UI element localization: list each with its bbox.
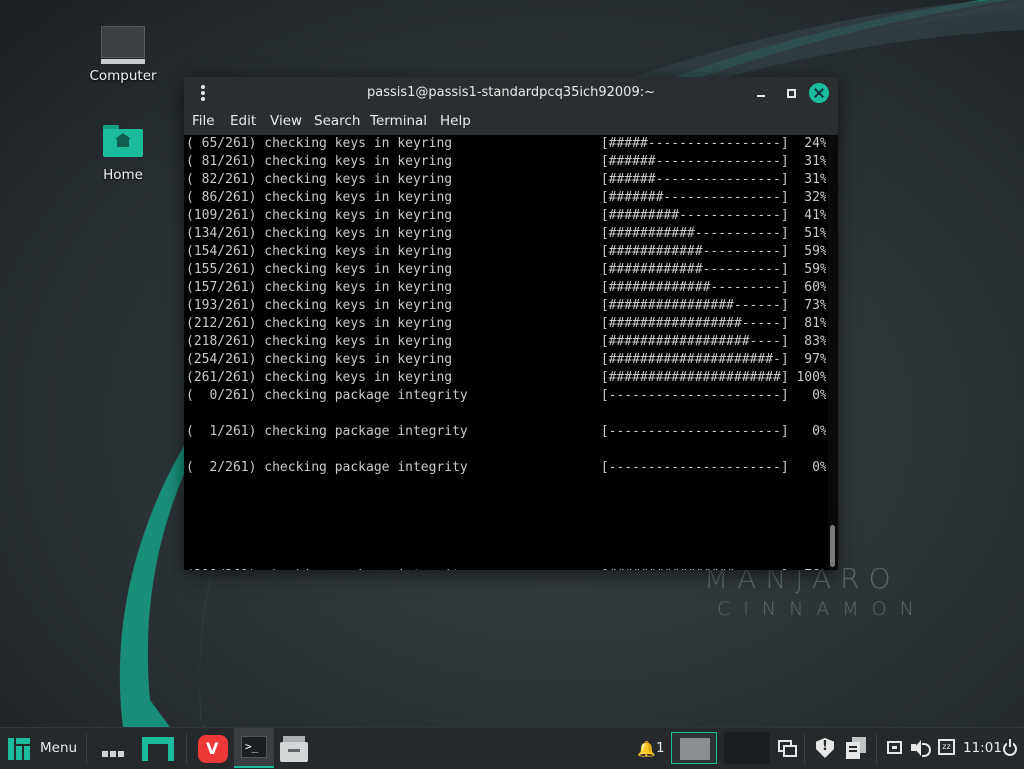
terminal-line: (155/261) checking keys in keyring [####… <box>186 262 826 277</box>
manjaro-logo-icon[interactable] <box>8 738 30 760</box>
terminal-line: (193/261) checking keys in keyring [####… <box>186 298 826 313</box>
terminal-line: (218/261) checking keys in keyring [####… <box>186 334 826 349</box>
desktop-icon-label: Computer <box>89 68 157 84</box>
notification-count[interactable]: 1 <box>656 740 665 756</box>
taskbar: Menu >_ 🔔 1 zz 11:01 <box>0 727 1024 769</box>
menu-help[interactable]: Help <box>440 113 471 129</box>
separator <box>86 734 87 764</box>
desktop-icon-computer[interactable]: Computer <box>78 26 168 84</box>
window-title: passis1@passis1-standardpcq35ich92009:~ <box>366 85 655 100</box>
volume-icon[interactable] <box>911 739 931 757</box>
cinnamon-watermark: CINNAMON <box>717 598 927 620</box>
separator <box>804 734 805 764</box>
workspace-1[interactable] <box>671 732 717 764</box>
terminal-line: (134/261) checking keys in keyring [####… <box>186 226 826 241</box>
network-icon[interactable] <box>887 741 902 754</box>
terminal-line: ( 65/261) checking keys in keyring [####… <box>186 136 826 151</box>
separator <box>876 734 877 764</box>
terminal-line: ( 1/261) checking package integrity [---… <box>186 424 826 439</box>
computer-icon <box>101 26 145 64</box>
vivaldi-icon[interactable] <box>198 735 228 763</box>
scrollbar-thumb[interactable] <box>830 525 835 567</box>
close-button[interactable] <box>809 83 829 103</box>
menu-terminal[interactable]: Terminal <box>370 113 427 129</box>
terminal-line: (109/261) checking keys in keyring [####… <box>186 208 826 223</box>
minimize-button[interactable] <box>752 84 770 102</box>
home-folder-icon <box>103 125 143 157</box>
terminal-line: (212/261) checking keys in keyring [####… <box>186 316 826 331</box>
workspace-2[interactable] <box>724 732 770 764</box>
menu-edit[interactable]: Edit <box>230 113 256 129</box>
terminal-task-button[interactable]: >_ <box>234 728 274 768</box>
menu-search[interactable]: Search <box>314 113 360 129</box>
clock[interactable]: 11:01 <box>963 740 1002 756</box>
apps-grid-icon[interactable] <box>102 742 126 761</box>
window-list-icon[interactable] <box>778 740 797 757</box>
power-icon[interactable] <box>1003 739 1017 756</box>
menu-view[interactable]: View <box>270 113 302 129</box>
update-shield-icon[interactable] <box>816 738 834 758</box>
notifications-icon[interactable]: 🔔 <box>637 740 656 758</box>
terminal-window[interactable]: passis1@passis1-standardpcq35ich92009:~ … <box>184 77 838 570</box>
terminal-line: ( 2/261) checking package integrity [---… <box>186 460 826 475</box>
window-titlebar[interactable]: passis1@passis1-standardpcq35ich92009:~ <box>184 77 838 109</box>
terminal-line: ( 81/261) checking keys in keyring [####… <box>186 154 826 169</box>
keyboard-icon[interactable]: zz <box>938 739 955 755</box>
menu-button[interactable]: Menu <box>40 740 77 756</box>
clipboard-icon[interactable] <box>846 737 868 759</box>
terminal-line: (254/261) checking keys in keyring [####… <box>186 352 826 367</box>
terminal-line: (219/261) checking package integrity [##… <box>186 567 826 570</box>
menu-file[interactable]: File <box>192 113 215 129</box>
separator <box>186 734 187 764</box>
files-icon[interactable] <box>280 736 308 762</box>
terminal-menubar: File Edit View Search Terminal Help <box>184 109 838 135</box>
show-desktop-icon[interactable] <box>142 737 174 761</box>
terminal-line: ( 82/261) checking keys in keyring [####… <box>186 172 826 187</box>
terminal-output[interactable]: ( 65/261) checking keys in keyring [####… <box>186 135 826 570</box>
desktop-icon-home[interactable]: Home <box>78 125 168 183</box>
terminal-line: ( 86/261) checking keys in keyring [####… <box>186 190 826 205</box>
desktop-icon-label: Home <box>103 167 143 183</box>
terminal-line: (154/261) checking keys in keyring [####… <box>186 244 826 259</box>
terminal-icon: >_ <box>241 736 267 758</box>
terminal-scrollbar[interactable] <box>828 135 838 570</box>
terminal-line: (261/261) checking keys in keyring [####… <box>186 370 826 385</box>
maximize-button[interactable] <box>782 84 800 102</box>
terminal-line: (157/261) checking keys in keyring [####… <box>186 280 826 295</box>
terminal-line: ( 0/261) checking package integrity [---… <box>186 388 826 403</box>
